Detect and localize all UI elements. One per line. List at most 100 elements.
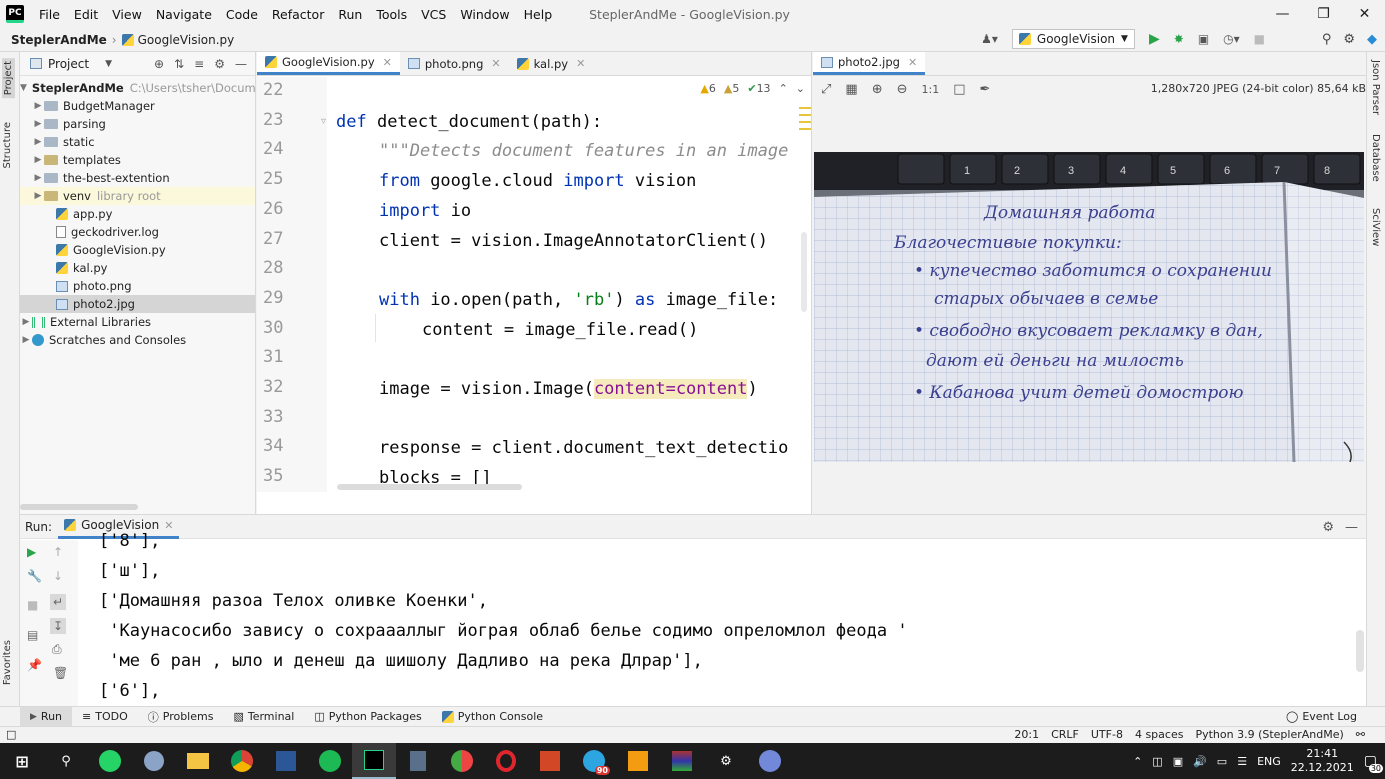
wifi-icon[interactable]: ☰ [1237,755,1247,768]
vertical-scrollbar[interactable] [801,232,807,312]
calculator-icon[interactable] [396,743,440,779]
profile-icon[interactable]: ◷▾ [1223,32,1240,46]
pycharm-icon[interactable] [352,743,396,779]
gear-icon[interactable]: ⚙ [1343,32,1355,47]
soft-wrap-icon[interactable]: ↵ [50,594,67,610]
run-play-icon[interactable]: ▶ [1149,31,1160,47]
chevron-down-icon[interactable]: ▼ [20,83,27,93]
battery-icon[interactable]: ▭ [1217,755,1227,768]
search-icon[interactable]: ⚲ [1322,32,1332,47]
chevron-right-icon[interactable]: ▶ [32,191,44,201]
chevron-right-icon[interactable]: ▶ [32,137,44,147]
caret-position[interactable]: 20:1 [1014,728,1039,741]
trash-icon[interactable]: 🗑 [53,666,68,680]
figma-icon[interactable] [616,743,660,779]
search-icon[interactable]: ⚲ [44,743,88,779]
discord-icon[interactable] [748,743,792,779]
json-parser-tool-button[interactable]: Json Parser [1370,60,1381,115]
tool-tab-terminal[interactable]: ▧ Terminal [223,707,304,727]
tree-item-scratches[interactable]: ▶ Scratches and Consoles [20,331,255,349]
tab-photo-png[interactable]: photo.png ✕ [400,52,509,75]
run-config-select[interactable]: GoogleVision ▼ [1011,29,1135,49]
tree-item-file[interactable]: kal.py [20,259,255,277]
expand-all-icon[interactable]: ⇅ [174,57,184,71]
sciview-tool-button[interactable]: SciView [1370,208,1381,246]
close-tab-icon[interactable]: ✕ [576,57,585,70]
breadcrumb-project[interactable]: SteplerAndMe [11,33,107,47]
favorites-tool-button[interactable]: Favorites [2,640,13,685]
hide-icon[interactable]: — [1345,520,1358,535]
menu-tools[interactable]: Tools [369,7,414,22]
chevron-down-icon[interactable]: ▼ [105,59,112,69]
error-stripe-mark[interactable] [799,107,811,109]
actual-size-button[interactable]: 1:1 [922,83,940,96]
tree-item-file[interactable]: photo.png [20,277,255,295]
minimize-icon[interactable]: — [1262,0,1303,28]
print-icon[interactable]: ⎙ [52,642,62,657]
settings-gear-icon[interactable]: ⚙ [704,743,748,779]
toggle-tool-windows-icon[interactable]: □ [6,728,16,741]
project-panel-title[interactable]: Project [48,57,89,71]
error-stripe-mark[interactable] [799,121,811,123]
breadcrumb-file[interactable]: GoogleVision.py [121,33,234,47]
indent-setting[interactable]: 4 spaces [1135,728,1184,741]
fold-icon[interactable]: ▿ [321,116,326,127]
code-line-24[interactable]: """Detects document features in an image [379,141,788,161]
tree-item-file[interactable]: app.py [20,205,255,223]
whatsapp-icon[interactable] [88,743,132,779]
error-stripe-mark[interactable] [799,114,811,116]
chevron-right-icon[interactable]: ▶ [32,101,44,111]
locate-icon[interactable]: ⊕ [154,57,164,71]
tree-item-folder[interactable]: ▶ templates [20,151,255,169]
browser-icon[interactable] [440,743,484,779]
close-tab-icon[interactable]: ✕ [164,519,173,532]
tool-tab-python-console[interactable]: Python Console [432,707,553,727]
structure-tool-button[interactable]: Structure [2,122,13,169]
layout-icon[interactable]: ▤ [27,628,38,642]
chevron-up-icon[interactable]: ⌃ [779,82,788,95]
chrome-icon[interactable] [220,743,264,779]
menu-run[interactable]: Run [331,7,369,22]
tool-tab-python-packages[interactable]: ◫ Python Packages [304,707,431,727]
python-interpreter[interactable]: Python 3.9 (SteplerAndMe) [1195,728,1343,741]
code-line-23[interactable]: def detect_document(path): [336,112,602,132]
tool-tab-run[interactable]: ▶ Run [20,706,73,727]
jetbrains-toolbox-icon[interactable]: ◆ [1367,32,1377,47]
code-line-25[interactable]: from google.cloud import vision [379,171,696,191]
code-line-30[interactable]: content = image_file.read() [422,320,698,340]
stop-icon[interactable]: ■ [27,598,38,612]
tray-app-icon[interactable]: ◫ [1152,755,1162,768]
tree-item-folder[interactable]: ▶ static [20,133,255,151]
code-line-34[interactable]: response = client.document_text_detectio [379,438,788,458]
arrow-down-icon[interactable]: ↓ [53,569,63,583]
close-tab-icon[interactable]: ✕ [383,56,392,69]
chevron-right-icon[interactable]: ▶ [20,317,32,327]
console-scrollbar[interactable] [1356,630,1364,672]
project-tool-button[interactable]: Project [2,58,15,99]
telegram-icon[interactable]: 90 [572,743,616,779]
chevron-right-icon[interactable]: ▶ [32,155,44,165]
tab-photo2[interactable]: photo2.jpg ✕ [813,52,926,75]
menu-navigate[interactable]: Navigate [149,7,219,22]
file-encoding[interactable]: UTF-8 [1091,728,1123,741]
background-icon[interactable]: □ [953,82,965,97]
menu-vcs[interactable]: VCS [414,7,453,22]
tree-item-file-selected[interactable]: photo2.jpg [20,295,255,313]
stop-icon[interactable]: ■ [1254,32,1265,46]
chevron-right-icon[interactable]: ▶ [32,173,44,183]
powerpoint-icon[interactable] [528,743,572,779]
fit-icon[interactable]: ⤢ [821,82,831,97]
notification-center-icon[interactable]: ▢ 30 [1364,753,1383,773]
tree-item-file[interactable]: geckodriver.log [20,223,255,241]
feather-app-icon[interactable] [132,743,176,779]
gear-icon[interactable]: ⚙ [1322,520,1334,535]
line-separator[interactable]: CRLF [1051,728,1079,741]
menu-refactor[interactable]: Refactor [265,7,331,22]
opera-icon[interactable] [484,743,528,779]
chevron-up-icon[interactable]: ⌃ [1133,755,1142,768]
horizontal-scrollbar[interactable] [337,484,522,490]
color-picker-icon[interactable]: ✒ [980,82,991,97]
debug-bug-icon[interactable]: ✸ [1174,32,1184,46]
hide-icon[interactable]: — [235,57,247,71]
zoom-out-icon[interactable]: ⊖ [897,82,908,97]
